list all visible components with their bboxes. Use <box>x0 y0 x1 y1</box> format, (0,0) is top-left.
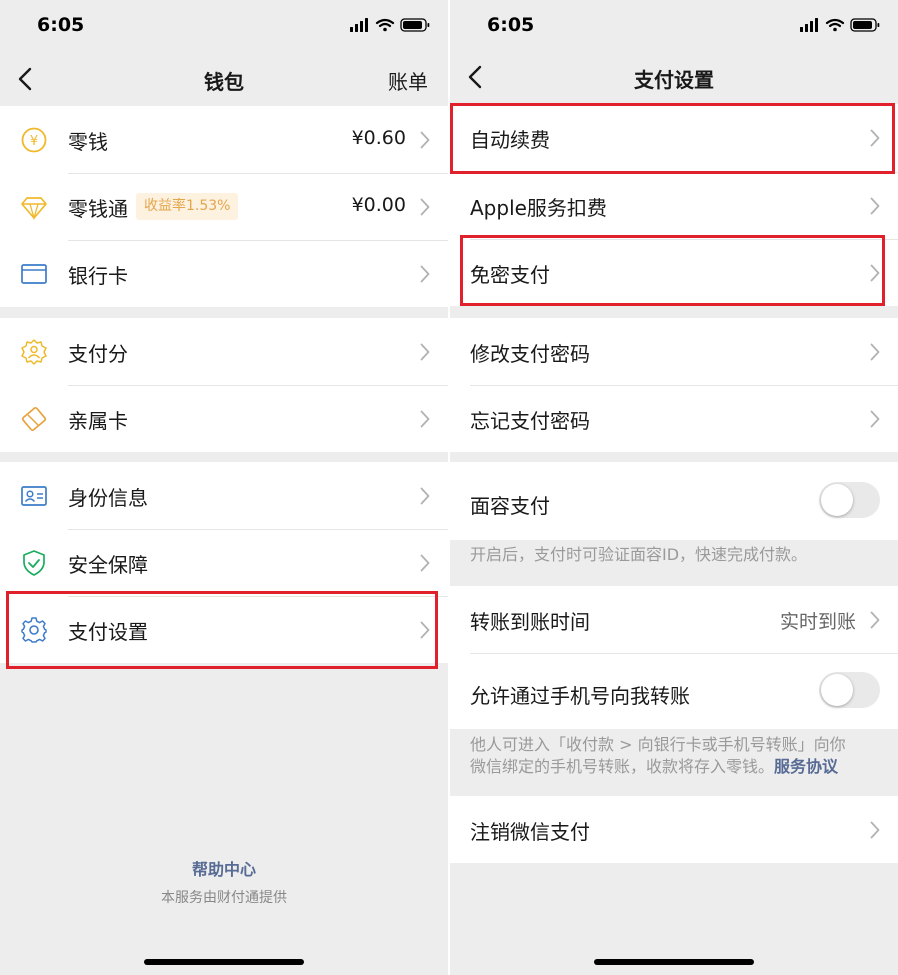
status-time: 6:05 <box>37 14 85 36</box>
chevron-right-icon <box>870 611 880 629</box>
provider-note: 本服务由财付通提供 <box>161 890 287 906</box>
row-label: 安全保障 <box>68 553 148 577</box>
wallet-screen: 6:05 钱包 账单 ¥ 零钱 ¥0.60 零钱通 收益率1.53% ¥0.00 <box>0 0 448 975</box>
shield-check-icon <box>23 550 45 576</box>
pay-score-icon <box>21 339 47 365</box>
id-card-icon <box>21 486 47 506</box>
row-label: 注销微信支付 <box>470 820 590 844</box>
diamond-icon <box>21 197 47 221</box>
phone-transfer-toggle[interactable] <box>819 672 880 708</box>
chevron-right-icon <box>420 410 430 428</box>
help-center-link[interactable]: 帮助中心 <box>0 856 448 880</box>
row-label: 零钱通 <box>68 197 128 221</box>
highlight-box-password-free <box>460 235 885 306</box>
row-label: Apple服务扣费 <box>470 196 607 220</box>
highlight-box-auto-renew <box>450 103 895 174</box>
wallet-group-balance: ¥ 零钱 ¥0.60 零钱通 收益率1.53% ¥0.00 银行卡 <box>0 106 448 307</box>
yuan-coin-icon: ¥ <box>21 127 47 153</box>
toggle-knob <box>821 674 853 706</box>
row-pay-score[interactable]: 支付分 <box>0 318 448 385</box>
row-forgot-password[interactable]: 忘记支付密码 <box>450 385 898 452</box>
page-title: 支付设置 <box>634 68 714 92</box>
chevron-right-icon <box>870 343 880 361</box>
bill-link[interactable]: 账单 <box>388 66 428 95</box>
row-cancel-wechat-pay[interactable]: 注销微信支付 <box>450 796 898 863</box>
note-line: 他人可进入「收付款 > 向银行卡或手机号转账」向你 <box>470 735 846 754</box>
system-status-icons <box>800 18 880 32</box>
settings-group-transfer: 转账到账时间 实时到账 允许通过手机号向我转账 <box>450 586 898 729</box>
settings-group-password: 修改支付密码 忘记支付密码 <box>450 318 898 452</box>
row-security[interactable]: 安全保障 <box>0 529 448 596</box>
row-label: 支付分 <box>68 342 128 366</box>
page-title: 钱包 <box>204 70 244 94</box>
chevron-right-icon <box>870 410 880 428</box>
settings-group-cancel: 注销微信支付 <box>450 796 898 863</box>
chevron-right-icon <box>870 821 880 839</box>
face-pay-note: 开启后，支付时可验证面容ID，快速完成付款。 <box>470 545 808 564</box>
toggle-knob <box>821 484 853 516</box>
row-label: 面容支付 <box>470 494 550 518</box>
svg-text:¥: ¥ <box>30 134 38 149</box>
row-family-card[interactable]: 亲属卡 <box>0 385 448 452</box>
chevron-right-icon <box>420 343 430 361</box>
row-change[interactable]: ¥ 零钱 ¥0.60 <box>0 106 448 173</box>
service-agreement-link[interactable]: 服务协议 <box>774 757 838 776</box>
status-bar: 6:05 <box>0 0 448 52</box>
row-label: 零钱 <box>68 130 108 154</box>
status-time: 6:05 <box>487 14 535 36</box>
row-label: 忘记支付密码 <box>470 409 590 433</box>
yield-rate-badge: 收益率1.53% <box>136 193 239 220</box>
chevron-right-icon <box>420 554 430 572</box>
system-status-icons <box>350 18 430 32</box>
face-pay-toggle[interactable] <box>819 482 880 518</box>
row-phone-transfer: 允许通过手机号向我转账 <box>450 653 898 729</box>
wallet-group-services: 支付分 亲属卡 <box>0 318 448 452</box>
row-identity[interactable]: 身份信息 <box>0 462 448 529</box>
family-card-icon <box>21 407 47 431</box>
row-label: 身份信息 <box>68 486 148 510</box>
row-face-pay: 面容支付 <box>450 462 898 540</box>
nav-bar: 支付设置 <box>450 50 898 104</box>
row-transfer-time[interactable]: 转账到账时间 实时到账 <box>450 586 898 653</box>
chevron-right-icon <box>420 198 430 216</box>
bank-card-icon <box>21 264 47 284</box>
lingqiantong-balance: ¥0.00 <box>351 194 406 216</box>
pay-settings-screen: 6:05 支付设置 自动续费 Apple服务扣费 免密支付 修改支付密码 忘记支… <box>450 0 898 975</box>
row-label: 允许通过手机号向我转账 <box>470 684 690 708</box>
change-balance: ¥0.60 <box>351 127 406 149</box>
row-label: 修改支付密码 <box>470 342 590 366</box>
status-bar: 6:05 <box>450 0 898 52</box>
row-label: 转账到账时间 <box>470 610 590 634</box>
note-line: 微信绑定的手机号转账，收款将存入零钱。 <box>470 757 775 776</box>
row-apple-billing[interactable]: Apple服务扣费 <box>450 172 898 239</box>
phone-transfer-note: 他人可进入「收付款 > 向银行卡或手机号转账」向你 微信绑定的手机号转账，收款将… <box>470 734 868 778</box>
row-bank-card[interactable]: 银行卡 <box>0 240 448 307</box>
transfer-time-value: 实时到账 <box>779 611 856 633</box>
chevron-right-icon <box>420 487 430 505</box>
home-indicator[interactable] <box>594 959 754 965</box>
highlight-box-pay-settings <box>6 591 438 669</box>
home-indicator[interactable] <box>144 959 304 965</box>
row-change-password[interactable]: 修改支付密码 <box>450 318 898 385</box>
chevron-right-icon <box>420 131 430 149</box>
row-label: 银行卡 <box>68 264 128 288</box>
chevron-right-icon <box>870 197 880 215</box>
row-label: 亲属卡 <box>68 409 128 433</box>
nav-bar: 钱包 账单 <box>0 52 448 106</box>
chevron-right-icon <box>420 265 430 283</box>
row-lingqiantong[interactable]: 零钱通 收益率1.53% ¥0.00 <box>0 173 448 240</box>
settings-group-faceid: 面容支付 <box>450 462 898 540</box>
